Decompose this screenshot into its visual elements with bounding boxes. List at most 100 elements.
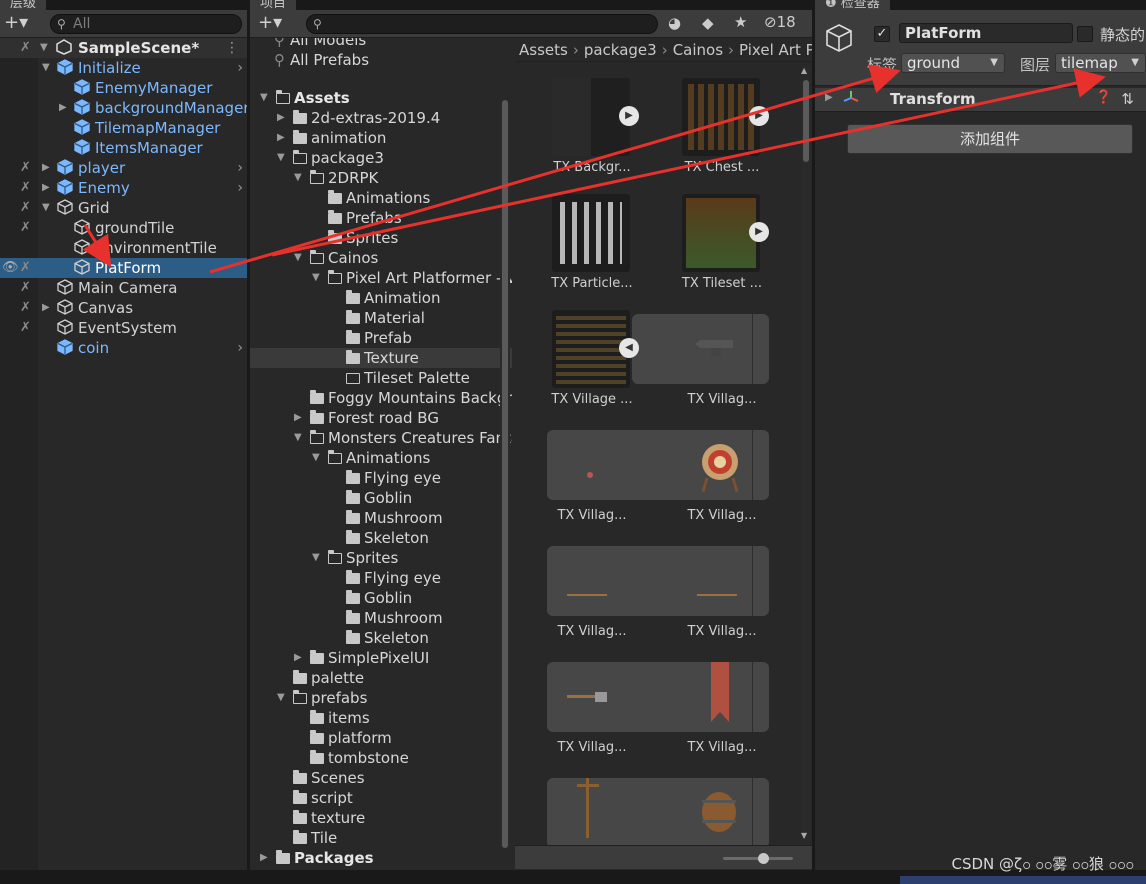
- folder-item[interactable]: Flying eye: [250, 568, 512, 588]
- folder-item[interactable]: Skeleton: [250, 528, 512, 548]
- folder-item[interactable]: ▼ package3: [250, 148, 512, 168]
- hierarchy-item[interactable]: ▶ backgroundManager: [0, 98, 247, 118]
- expand-play-icon[interactable]: ▶: [749, 222, 769, 242]
- pick-disabled-icon[interactable]: ✗: [20, 318, 31, 338]
- panel-menu-icons[interactable]: □⋮: [1093, 0, 1140, 2]
- folder-item[interactable]: ▼ Animations: [250, 448, 512, 468]
- asset-tile[interactable]: [552, 194, 630, 272]
- create-button[interactable]: +▾: [4, 13, 28, 33]
- sprite-group[interactable]: [547, 546, 769, 616]
- folder-item[interactable]: texture: [250, 808, 512, 828]
- expand-arrow-icon[interactable]: ▼: [277, 148, 285, 168]
- chevron-right-icon[interactable]: ›: [237, 338, 243, 358]
- hierarchy-item[interactable]: ✗ ▶ Canvas: [0, 298, 247, 318]
- folder-item[interactable]: Tileset Palette: [250, 368, 512, 388]
- expand-play-icon[interactable]: ▶: [619, 106, 639, 126]
- folder-item[interactable]: Skeleton: [250, 628, 512, 648]
- folder-item[interactable]: Texture: [250, 348, 512, 368]
- hierarchy-item[interactable]: ✗ ▶ player ›: [0, 158, 247, 178]
- tree-scrollbar[interactable]: [500, 100, 510, 848]
- expand-arrow-icon[interactable]: ▼: [42, 198, 50, 218]
- folder-item[interactable]: ▼ Sprites: [250, 548, 512, 568]
- tree-scroll-thumb[interactable]: [502, 100, 508, 848]
- hierarchy-item[interactable]: ItemsManager: [0, 138, 247, 158]
- expand-arrow-icon[interactable]: ▼: [260, 88, 268, 108]
- expand-arrow-icon[interactable]: ▶: [277, 128, 285, 148]
- folder-item[interactable]: Foggy Mountains Background: [250, 388, 512, 408]
- folder-item[interactable]: Animations: [250, 188, 512, 208]
- folder-item[interactable]: ▶ Packages: [250, 848, 512, 868]
- folder-item[interactable]: palette: [250, 668, 512, 688]
- expand-arrow-icon[interactable]: ▼: [312, 548, 320, 568]
- expand-arrow-icon[interactable]: ▶: [260, 848, 268, 868]
- pick-disabled-icon[interactable]: ✗: [20, 178, 31, 198]
- folder-item[interactable]: script: [250, 788, 512, 808]
- folder-item[interactable]: Scenes: [250, 768, 512, 788]
- hierarchy-item[interactable]: ▼ Initialize ›: [0, 58, 247, 78]
- folder-item[interactable]: ▼ Assets: [250, 88, 512, 108]
- folder-item[interactable]: Prefab: [250, 328, 512, 348]
- expand-arrow-icon[interactable]: ▼: [42, 58, 50, 78]
- expand-arrow-icon[interactable]: ▶: [294, 408, 302, 428]
- pick-disabled-icon[interactable]: ✗: [20, 258, 31, 278]
- folder-item[interactable]: Sprites: [250, 228, 512, 248]
- favorite-item[interactable]: ⚲ All Models: [250, 38, 512, 50]
- hierarchy-item[interactable]: ✗ groundTile: [0, 218, 247, 238]
- transform-component-header[interactable]: ▶ Transform ❓ ⇅: [815, 88, 1146, 112]
- panel-menu-icons[interactable]: □⋮: [759, 0, 806, 2]
- folder-item[interactable]: ▼ 2DRPK: [250, 168, 512, 188]
- collapse-icon[interactable]: ◀: [619, 338, 639, 358]
- folder-item[interactable]: Mushroom: [250, 608, 512, 628]
- pick-disabled-icon[interactable]: ✗: [20, 218, 31, 238]
- folder-item[interactable]: ▶ 2d-extras-2019.4: [250, 108, 512, 128]
- hierarchy-item[interactable]: ✗ EventSystem: [0, 318, 247, 338]
- tag-dropdown[interactable]: ground ▼: [901, 53, 1005, 73]
- folder-item[interactable]: Animation: [250, 288, 512, 308]
- pick-disabled-icon[interactable]: ✗: [20, 158, 31, 178]
- gameobject-cube-icon[interactable]: [823, 22, 855, 58]
- folder-item[interactable]: ▼ prefabs: [250, 688, 512, 708]
- folder-item[interactable]: ▶ SimplePixelUI: [250, 648, 512, 668]
- static-checkbox[interactable]: [1077, 26, 1093, 42]
- hierarchy-item[interactable]: 👁 ✗ PlatForm: [0, 258, 247, 278]
- favorite-star-icon[interactable]: ★: [734, 13, 747, 31]
- expand-arrow-icon[interactable]: ▶: [42, 298, 50, 318]
- expand-arrow-icon[interactable]: ▼: [294, 428, 302, 448]
- pick-disabled-icon[interactable]: ✗: [20, 298, 31, 318]
- tab-project[interactable]: 项目: [250, 0, 297, 11]
- breadcrumb-item[interactable]: Pixel Art Platformer - Village Props: [739, 41, 812, 59]
- expand-arrow-icon[interactable]: ▼: [312, 268, 320, 288]
- project-create-button[interactable]: +▾: [258, 13, 282, 33]
- expand-arrow-icon[interactable]: ▼: [312, 448, 320, 468]
- expand-arrow-icon[interactable]: ▼: [294, 168, 302, 188]
- hierarchy-item[interactable]: ✗ Main Camera: [0, 278, 247, 298]
- hierarchy-item[interactable]: TilemapManager: [0, 118, 247, 138]
- expand-play-icon[interactable]: ▶: [749, 106, 769, 126]
- expand-arrow-icon[interactable]: ▶: [42, 158, 50, 178]
- folder-item[interactable]: tombstone: [250, 748, 512, 768]
- expand-arrow-icon[interactable]: ▼: [40, 38, 48, 58]
- chevron-right-icon[interactable]: ›: [237, 178, 243, 198]
- active-checkbox[interactable]: ✓: [874, 26, 890, 42]
- hierarchy-item[interactable]: coin ›: [0, 338, 247, 358]
- folder-item[interactable]: ▼ Monsters Creatures Fantasy: [250, 428, 512, 448]
- hierarchy-search-input[interactable]: ⚲ All: [50, 14, 242, 34]
- chevron-right-icon[interactable]: ›: [237, 58, 243, 78]
- scene-menu-icon[interactable]: ⋮: [225, 38, 239, 58]
- folder-item[interactable]: ▼ Pixel Art Platformer - Village Props: [250, 268, 512, 288]
- breadcrumb-item[interactable]: Cainos: [673, 41, 723, 59]
- settings-icon[interactable]: ⇅: [1121, 90, 1134, 108]
- expand-arrow-icon[interactable]: ▶: [42, 178, 50, 198]
- scene-row[interactable]: ✗ ▼ SampleScene* ⋮: [0, 38, 247, 58]
- help-icon[interactable]: ❓: [1096, 90, 1112, 105]
- breadcrumb-item[interactable]: package3: [584, 41, 657, 59]
- hidden-packages-icon[interactable]: ⊘18: [764, 13, 796, 31]
- hierarchy-item[interactable]: ✗ ▶ Enemy ›: [0, 178, 247, 198]
- expand-arrow-icon[interactable]: ▶: [59, 98, 67, 118]
- expand-arrow-icon[interactable]: ▼: [294, 248, 302, 268]
- panel-menu-icons[interactable]: □⋮: [194, 0, 241, 2]
- pick-disabled-icon[interactable]: ✗: [20, 278, 31, 298]
- expand-arrow-icon[interactable]: ▶: [277, 108, 285, 128]
- folder-item[interactable]: ▶ Forest road BG: [250, 408, 512, 428]
- folder-item[interactable]: items: [250, 708, 512, 728]
